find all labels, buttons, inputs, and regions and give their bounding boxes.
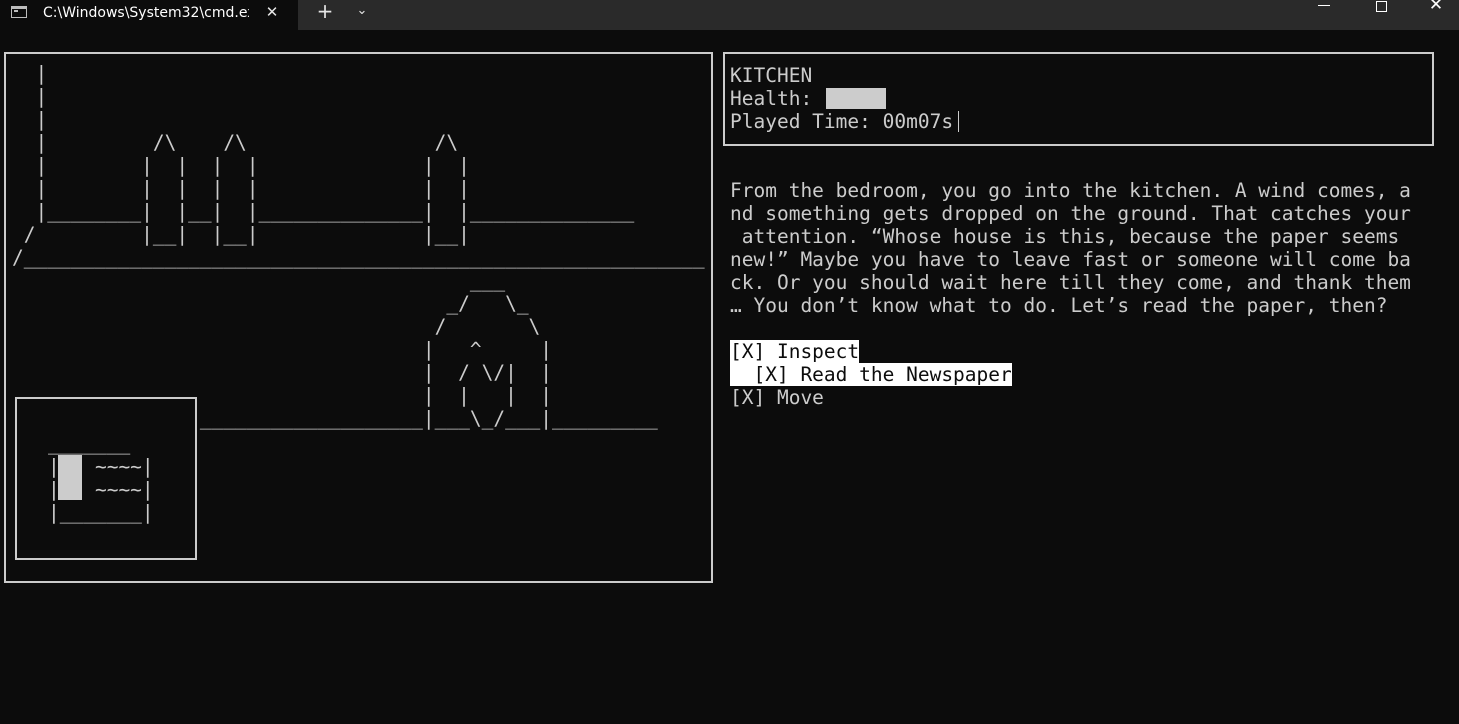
story-line: From the bedroom, you go into the kitche… <box>730 179 1411 202</box>
terminal-tab[interactable]: C:\Windows\System32\cmd.exe ✕ <box>0 0 298 30</box>
chevron-down-icon[interactable]: ⌄ <box>350 0 374 24</box>
location-title: KITCHEN <box>730 64 813 87</box>
menu-item-inspect[interactable]: [X] Inspect <box>730 340 860 363</box>
prompt-glyph <box>14 10 18 12</box>
newspaper-image-block <box>58 455 82 500</box>
played-time: Played Time: 00m07s <box>730 110 954 133</box>
menu-item-read-newspaper[interactable]: [X] Read the Newspaper <box>730 363 1012 386</box>
health-label: Health: <box>730 87 824 110</box>
close-icon: ✕ <box>1428 0 1444 14</box>
text-cursor <box>958 111 959 132</box>
maximize-icon <box>1376 1 1387 12</box>
close-window-button[interactable]: ✕ <box>1413 0 1459 14</box>
title-bar: C:\Windows\System32\cmd.exe ✕ + ⌄ ✕ <box>0 0 1459 30</box>
new-tab-button[interactable]: + <box>312 0 338 24</box>
story-line: new!” Maybe you have to leave fast or so… <box>730 248 1411 271</box>
menu-item-move[interactable]: [X] Move <box>730 386 824 409</box>
minimize-button[interactable] <box>1301 0 1347 14</box>
maximize-button[interactable] <box>1359 0 1405 14</box>
story-line: ck. Or you should wait here till they co… <box>730 271 1411 294</box>
health-bar <box>826 88 886 109</box>
story-line: … You don’t know what to do. Let’s read … <box>730 294 1388 317</box>
tab-title: C:\Windows\System32\cmd.exe <box>43 5 249 21</box>
story-line: nd something gets dropped on the ground.… <box>730 202 1411 225</box>
close-tab-icon[interactable]: ✕ <box>261 1 283 23</box>
cmd-icon <box>11 6 27 18</box>
story-line: attention. “Whose house is this, because… <box>730 225 1400 248</box>
map-ascii-art: | | | | /\ /\ /\ | | | | | | | | | | | |… <box>12 62 705 430</box>
minimize-icon <box>1318 5 1330 6</box>
